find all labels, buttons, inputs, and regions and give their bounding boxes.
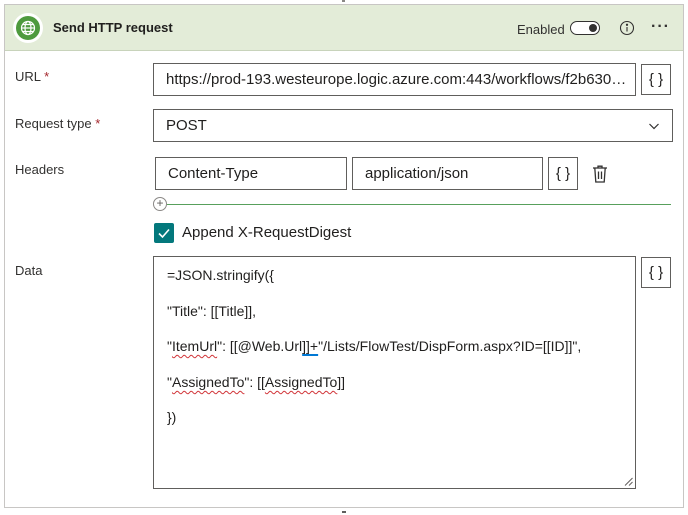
enabled-label: Enabled bbox=[517, 22, 565, 37]
code-line-3-part-e: "/Lists/FlowTest/DispForm.aspx?ID=[[ID]]… bbox=[318, 338, 582, 354]
code-line-4-part-b: AssignedTo bbox=[171, 374, 245, 390]
data-dynamic-content-button[interactable]: { } bbox=[641, 257, 671, 288]
data-label: Data bbox=[15, 263, 43, 278]
trash-icon[interactable] bbox=[591, 164, 609, 184]
info-icon[interactable] bbox=[619, 20, 635, 36]
code-line-3-part-c: ": [[@Web.Url bbox=[217, 338, 303, 354]
data-textarea[interactable]: =JSON.stringify({ "Title": [[Title]], "I… bbox=[153, 256, 636, 489]
code-line-1: =JSON.stringify({ bbox=[167, 267, 274, 283]
action-title: Send HTTP request bbox=[53, 20, 173, 35]
url-input[interactable]: https://prod-193.westeurope.logic.azure.… bbox=[153, 63, 636, 96]
action-header[interactable]: Send HTTP request Enabled ··· bbox=[5, 5, 683, 51]
top-connector bbox=[342, 0, 345, 2]
globe-icon bbox=[16, 16, 40, 40]
code-line-3-part-b: ItemUrl bbox=[171, 338, 218, 354]
code-line-4-part-c: ": [[ bbox=[244, 374, 265, 390]
request-type-select[interactable]: POST bbox=[153, 109, 673, 142]
code-line-3-part-d: ]]+ bbox=[302, 338, 319, 354]
header-value-input[interactable]: application/json bbox=[352, 157, 543, 190]
chevron-down-icon bbox=[649, 123, 659, 130]
header-dynamic-content-button[interactable]: { } bbox=[548, 157, 578, 190]
header-key-value: Content-Type bbox=[168, 165, 259, 182]
header-key-input[interactable]: Content-Type bbox=[155, 157, 347, 190]
append-digest-checkbox[interactable] bbox=[154, 223, 174, 243]
code-line-3: "ItemUrl": [[@Web.Url]]+"/Lists/FlowTest… bbox=[167, 338, 581, 354]
headers-label: Headers bbox=[15, 162, 65, 177]
bottom-connector bbox=[342, 511, 346, 513]
url-dynamic-content-button[interactable]: { } bbox=[641, 64, 671, 95]
code-line-4-part-e: ]] bbox=[337, 374, 346, 390]
url-value: https://prod-193.westeurope.logic.azure.… bbox=[166, 71, 631, 88]
url-label-text: URL bbox=[15, 69, 41, 84]
code-line-4-part-d: AssignedTo bbox=[264, 374, 338, 390]
url-required-mark: * bbox=[44, 69, 50, 84]
action-card: Send HTTP request Enabled ··· URL * http… bbox=[4, 4, 684, 508]
more-options-icon[interactable]: ··· bbox=[651, 19, 670, 35]
request-type-label-text: Request type bbox=[15, 116, 92, 131]
enabled-toggle[interactable] bbox=[570, 21, 600, 35]
request-type-required-mark: * bbox=[95, 116, 101, 131]
toggle-knob bbox=[589, 24, 597, 32]
resize-grip-icon[interactable] bbox=[624, 477, 633, 486]
code-line-5: }) bbox=[167, 409, 177, 425]
request-type-label: Request type * bbox=[15, 116, 100, 131]
plus-icon[interactable]: + bbox=[153, 197, 167, 211]
request-type-value: POST bbox=[166, 117, 207, 134]
code-line-2: "Title": [[Title]], bbox=[167, 303, 257, 319]
action-icon bbox=[13, 13, 43, 43]
append-digest-label: Append X-RequestDigest bbox=[182, 224, 352, 241]
checkmark-icon bbox=[158, 228, 170, 239]
header-value-value: application/json bbox=[365, 165, 469, 182]
code-line-4: "AssignedTo": [[AssignedTo]] bbox=[167, 374, 345, 390]
headers-divider bbox=[167, 204, 671, 205]
url-label: URL * bbox=[15, 69, 49, 84]
